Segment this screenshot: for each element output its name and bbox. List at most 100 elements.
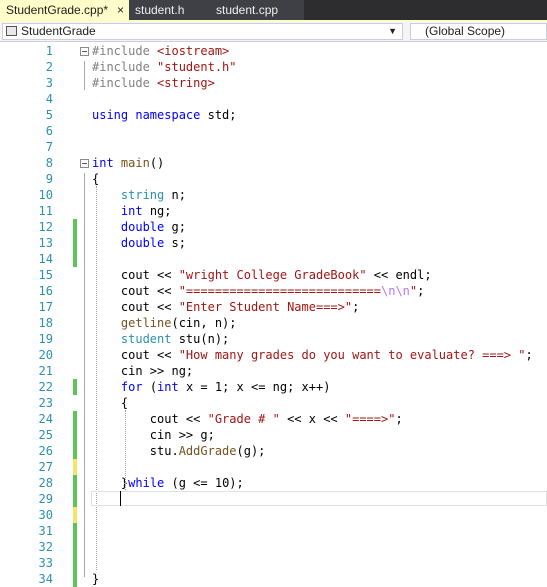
code-text: cout << "How many grades do you want to … xyxy=(92,347,533,363)
code-line[interactable]: 13 double s; xyxy=(0,235,547,251)
code-token: { xyxy=(120,396,129,410)
saved-change-marker xyxy=(73,411,77,427)
code-token: ; xyxy=(417,284,425,298)
code-token: main xyxy=(120,156,150,170)
code-line[interactable]: 14 xyxy=(0,251,547,267)
line-number: 6 xyxy=(45,124,53,138)
collapse-icon[interactable] xyxy=(80,159,89,168)
line-number: 2 xyxy=(45,60,53,74)
code-line[interactable]: 10 string n; xyxy=(0,187,547,203)
code-line[interactable]: 2 #include "student.h" xyxy=(0,59,547,75)
code-token: std; xyxy=(207,108,237,122)
code-line[interactable]: 19 student stu(n); xyxy=(0,331,547,347)
line-number: 15 xyxy=(38,268,53,282)
code-token: cout << xyxy=(120,268,179,282)
code-line[interactable]: 3 #include <string> xyxy=(0,75,547,91)
tab-student-h[interactable]: student.h xyxy=(129,0,210,20)
code-line[interactable]: 26 stu.AddGrade(g); xyxy=(0,443,547,459)
saved-change-marker xyxy=(73,443,77,459)
tab-studentgrade-cpp[interactable]: StudentGrade.cpp* × xyxy=(0,0,129,20)
code-token: g; xyxy=(171,220,186,234)
code-text: { xyxy=(92,395,128,411)
project-dropdown[interactable]: StudentGrade ▼ xyxy=(2,23,403,40)
code-token: "wright College GradeBook" xyxy=(178,268,367,282)
line-number: 19 xyxy=(38,332,53,346)
code-line[interactable]: 11 int ng; xyxy=(0,203,547,219)
chevron-down-icon[interactable]: ▼ xyxy=(388,24,397,39)
tab-label: student.h xyxy=(135,3,185,17)
code-token: AddGrade xyxy=(178,444,237,458)
line-number: 7 xyxy=(45,140,53,154)
line-number: 12 xyxy=(38,220,53,234)
code-text: #include <iostream> xyxy=(92,43,229,59)
code-token: <iostream> xyxy=(157,44,230,58)
saved-change-marker xyxy=(73,427,77,443)
code-token: #include xyxy=(92,44,158,58)
code-line[interactable]: 18 getline(cin, n); xyxy=(0,315,547,331)
code-line[interactable]: 25 cin >> g; xyxy=(0,427,547,443)
code-text: cin >> ng; xyxy=(92,363,193,379)
unsaved-change-marker xyxy=(73,507,77,523)
code-text: using namespace std; xyxy=(92,107,237,123)
code-token: int xyxy=(157,380,186,394)
indent-guide xyxy=(96,186,97,570)
code-token: "How many grades do you want to evaluate… xyxy=(178,348,526,362)
code-line[interactable]: 32 xyxy=(0,539,547,555)
code-text: cin >> g; xyxy=(92,427,215,443)
saved-change-marker xyxy=(73,475,77,491)
line-number: 30 xyxy=(38,508,53,522)
line-number: 10 xyxy=(38,188,53,202)
line-number: 28 xyxy=(38,476,53,490)
code-line[interactable]: 17 cout << "Enter Student Name===>"; xyxy=(0,299,547,315)
tab-label: student.cpp xyxy=(216,3,279,17)
code-line[interactable]: 4 xyxy=(0,91,547,107)
code-line[interactable]: 33 xyxy=(0,555,547,571)
code-token: student xyxy=(120,332,179,346)
code-line[interactable]: 21 cin >> ng; xyxy=(0,363,547,379)
code-token: "Enter Student Name===>" xyxy=(178,300,353,314)
saved-change-marker xyxy=(73,235,77,251)
code-token: ; xyxy=(352,300,360,314)
collapse-icon[interactable] xyxy=(80,47,89,56)
line-number: 5 xyxy=(45,108,53,122)
code-line[interactable]: 20 cout << "How many grades do you want … xyxy=(0,347,547,363)
code-line[interactable]: 24 cout << "Grade # " << x << "====>"; xyxy=(0,411,547,427)
line-number: 21 xyxy=(38,364,53,378)
code-token: "=========================== xyxy=(178,284,381,298)
line-number: 4 xyxy=(45,92,53,106)
code-line[interactable]: 16 cout << "===========================\… xyxy=(0,283,547,299)
code-line[interactable]: 9{ xyxy=(0,171,547,187)
saved-change-marker xyxy=(73,539,77,555)
code-token: s; xyxy=(171,236,186,250)
code-line[interactable]: 1 #include <iostream> xyxy=(0,43,547,59)
code-line[interactable]: 23 { xyxy=(0,395,547,411)
code-line[interactable]: 15 cout << "wright College GradeBook" <<… xyxy=(0,267,547,283)
code-token: double xyxy=(120,220,172,234)
code-line[interactable]: 28 }while (g <= 10); xyxy=(0,475,547,491)
line-number: 27 xyxy=(38,460,53,474)
code-token: } xyxy=(92,572,100,586)
code-text: getline(cin, n); xyxy=(92,315,237,331)
code-token: { xyxy=(92,172,100,186)
code-line[interactable]: 12 double g; xyxy=(0,219,547,235)
code-line[interactable]: 30 xyxy=(0,507,547,523)
code-line[interactable]: 6 xyxy=(0,123,547,139)
scope-dropdown[interactable]: (Global Scope) xyxy=(410,23,547,40)
code-line[interactable]: 7 xyxy=(0,139,547,155)
code-token: n; xyxy=(171,188,186,202)
document-tab-bar: StudentGrade.cpp* × student.h student.cp… xyxy=(0,0,547,20)
navigation-bar: StudentGrade ▼ (Global Scope) xyxy=(0,22,547,42)
code-line[interactable]: 22 for (int x = 1; x <= ng; x++) xyxy=(0,379,547,395)
code-line[interactable]: 5 using namespace std; xyxy=(0,107,547,123)
code-editor[interactable]: 1 #include <iostream> 2 #include "student.h… xyxy=(0,42,547,587)
code-token: int xyxy=(92,156,121,170)
code-token: cout << xyxy=(120,348,179,362)
saved-change-marker xyxy=(73,379,77,395)
code-line[interactable]: 8 int main() xyxy=(0,155,547,171)
close-tab-icon[interactable]: × xyxy=(117,0,124,20)
tab-student-cpp[interactable]: student.cpp xyxy=(210,0,304,20)
code-line[interactable]: 27 xyxy=(0,459,547,475)
code-line[interactable]: 31 xyxy=(0,523,547,539)
code-line[interactable]: 34} xyxy=(0,571,547,587)
